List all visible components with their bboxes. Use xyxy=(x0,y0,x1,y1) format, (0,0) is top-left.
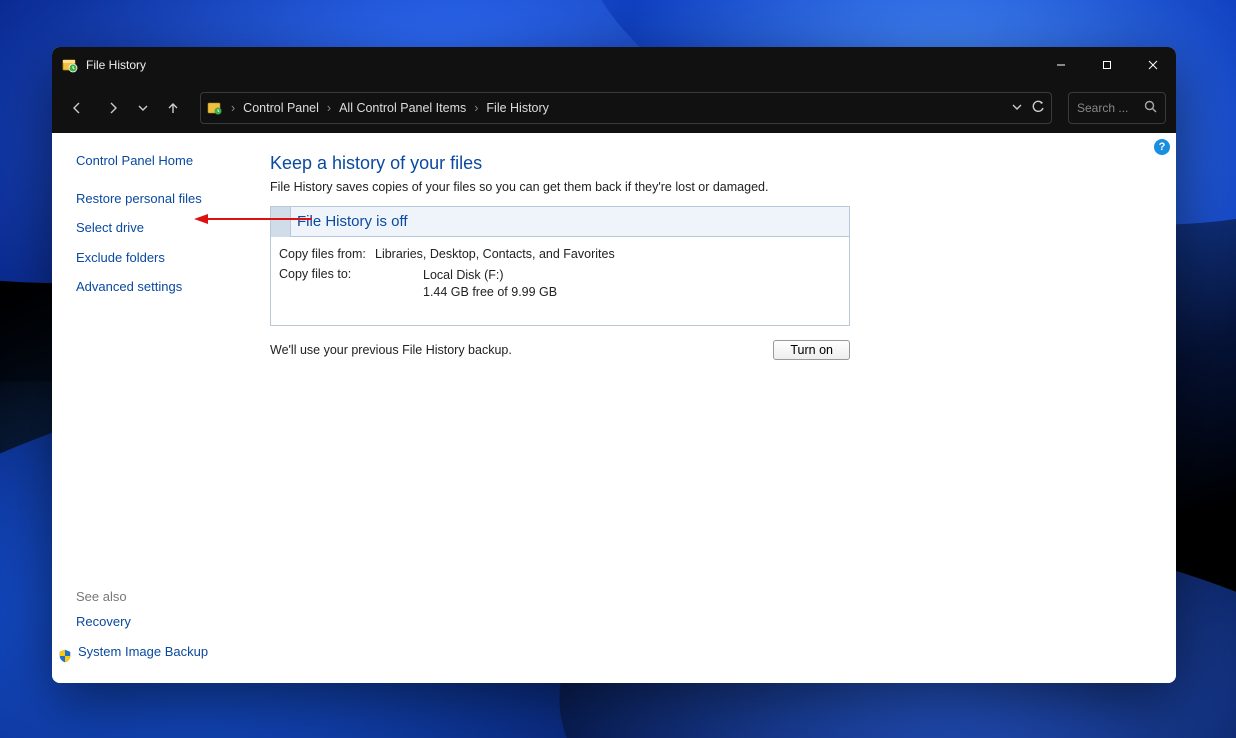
breadcrumb-file-history[interactable]: File History xyxy=(486,101,549,115)
copy-from-label: Copy files from: xyxy=(279,247,375,261)
search-placeholder: Search ... xyxy=(1077,101,1128,115)
turn-on-button[interactable]: Turn on xyxy=(773,340,850,360)
previous-backup-message: We'll use your previous File History bac… xyxy=(270,343,512,357)
minimize-button[interactable] xyxy=(1038,47,1084,83)
sidebar-select-drive-link[interactable]: Select drive xyxy=(76,218,252,238)
see-also-heading: See also xyxy=(76,589,252,604)
status-icon-box xyxy=(271,207,291,237)
sidebar-advanced-settings-link[interactable]: Advanced settings xyxy=(76,277,252,297)
file-history-status-panel: File History is off Copy files from: Lib… xyxy=(270,206,850,326)
window-title: File History xyxy=(86,58,146,72)
page-heading: Keep a history of your files xyxy=(270,153,1158,174)
navigation-toolbar: › Control Panel › All Control Panel Item… xyxy=(52,83,1176,133)
address-dropdown-button[interactable] xyxy=(1011,101,1023,116)
sidebar: Control Panel Home Restore personal file… xyxy=(52,133,252,683)
file-history-app-icon xyxy=(62,57,78,73)
copy-to-label: Copy files to: xyxy=(279,267,375,281)
control-panel-home-link[interactable]: Control Panel Home xyxy=(76,151,252,171)
drive-name: Local Disk (F:) xyxy=(423,267,557,284)
refresh-button[interactable] xyxy=(1031,100,1045,117)
forward-button[interactable] xyxy=(98,93,128,123)
search-box[interactable]: Search ... xyxy=(1068,92,1166,124)
chevron-right-icon: › xyxy=(229,101,237,115)
help-icon[interactable]: ? xyxy=(1154,139,1170,155)
file-history-status-text: File History is off xyxy=(291,213,408,230)
drive-free-space: 1.44 GB free of 9.99 GB xyxy=(423,284,557,301)
sidebar-system-image-backup-link[interactable]: System Image Backup xyxy=(78,642,208,662)
titlebar: File History xyxy=(52,47,1176,83)
sidebar-recovery-link[interactable]: Recovery xyxy=(76,612,252,632)
file-history-window: File History xyxy=(52,47,1176,683)
breadcrumb-control-panel[interactable]: Control Panel xyxy=(243,101,319,115)
maximize-button[interactable] xyxy=(1084,47,1130,83)
main-panel: ? Keep a history of your files File Hist… xyxy=(252,133,1176,683)
chevron-right-icon: › xyxy=(325,101,333,115)
search-icon xyxy=(1144,100,1157,116)
sidebar-restore-files-link[interactable]: Restore personal files xyxy=(76,189,252,209)
file-history-path-icon xyxy=(207,100,223,116)
close-button[interactable] xyxy=(1130,47,1176,83)
up-button[interactable] xyxy=(158,93,188,123)
shield-icon xyxy=(58,649,72,663)
recent-locations-button[interactable] xyxy=(134,93,152,123)
copy-from-value: Libraries, Desktop, Contacts, and Favori… xyxy=(375,247,615,261)
page-subtitle: File History saves copies of your files … xyxy=(270,180,1158,194)
content-area: Control Panel Home Restore personal file… xyxy=(52,133,1176,683)
address-bar[interactable]: › Control Panel › All Control Panel Item… xyxy=(200,92,1052,124)
sidebar-exclude-folders-link[interactable]: Exclude folders xyxy=(76,248,252,268)
chevron-right-icon: › xyxy=(472,101,480,115)
back-button[interactable] xyxy=(62,93,92,123)
breadcrumb-all-items[interactable]: All Control Panel Items xyxy=(339,101,466,115)
